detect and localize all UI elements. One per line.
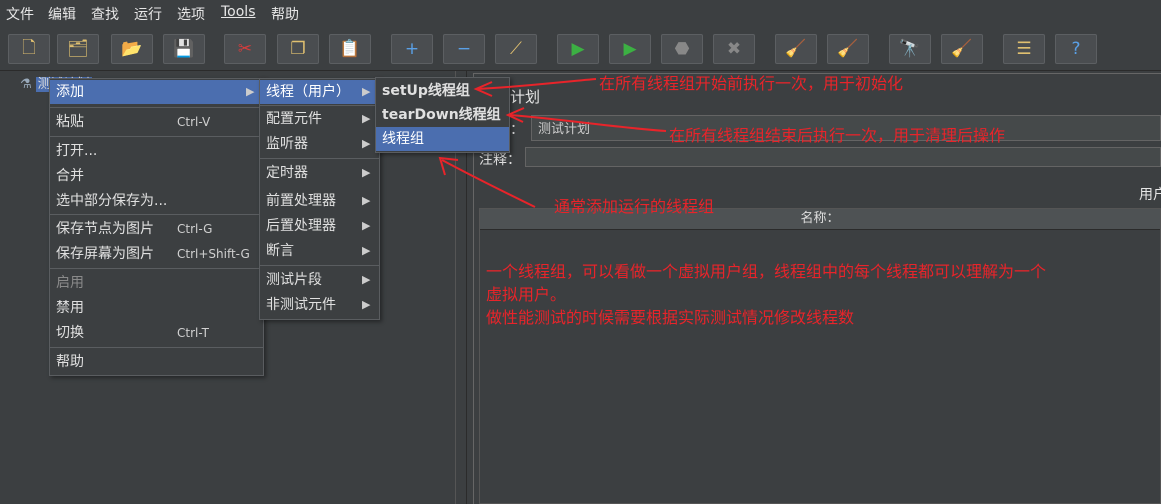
annotation-arrows — [438, 78, 667, 208]
arrow-threadgroup — [441, 159, 536, 208]
arrow-setup — [477, 78, 597, 90]
arrow-teardown — [509, 114, 667, 132]
